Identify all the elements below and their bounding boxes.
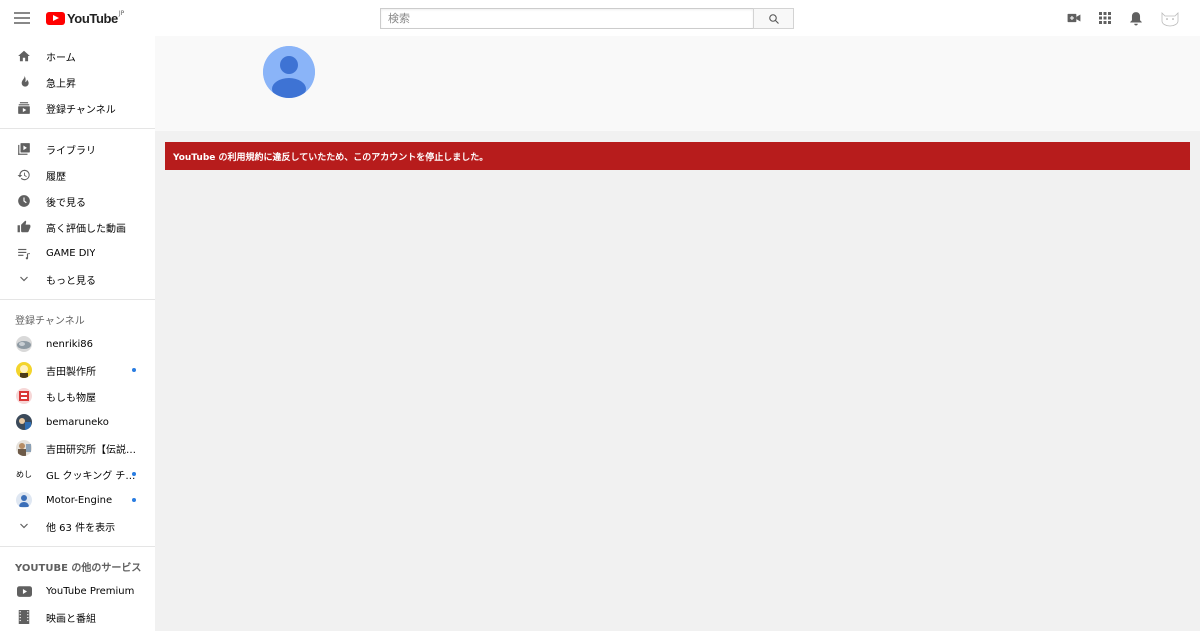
logo-region: JP xyxy=(118,10,125,17)
subscriptions-section: 登録チャンネル nenriki86 吉田製作所 もしも物屋 bemaruneko xyxy=(0,300,155,547)
chevron-down-icon xyxy=(16,271,32,287)
channel-avatar xyxy=(16,440,32,456)
home-icon xyxy=(16,48,32,64)
sidebar-item-label: 後で見る xyxy=(46,197,86,209)
trending-icon xyxy=(16,74,32,90)
sidebar-item-label: 急上昇 xyxy=(46,78,76,90)
chevron-down-icon xyxy=(16,518,32,534)
library-icon xyxy=(16,141,32,157)
cat-face-icon xyxy=(1161,12,1179,27)
account-avatar[interactable] xyxy=(1158,6,1182,30)
channel-label: bemaruneko xyxy=(46,416,109,428)
search-bar xyxy=(380,8,794,29)
channel-label: Motor-Engine xyxy=(46,494,113,506)
sidebar-item-show-more[interactable]: もっと見る xyxy=(0,266,155,292)
liked-icon xyxy=(16,219,32,235)
channel-label: 吉田研究所【伝説の… xyxy=(46,444,138,456)
sidebar-item-liked[interactable]: 高く評価した動画 xyxy=(0,214,155,240)
youtube-logo-icon xyxy=(46,11,65,25)
account-terminated-alert: YouTube の利用規約に違反していたため、このアカウントを停止しました。 xyxy=(165,142,1190,170)
header-actions xyxy=(1055,6,1182,30)
sidebar-item-label: 履歴 xyxy=(46,171,66,183)
masthead: YouTube JP xyxy=(0,0,1200,36)
channel-avatar xyxy=(16,414,32,430)
sidebar: ホーム 急上昇 登録チャンネル ライブラリ 履歴 後で見る 高く評価した動画 G… xyxy=(0,36,155,631)
new-content-dot xyxy=(132,472,136,476)
sidebar-item-library[interactable]: ライブラリ xyxy=(0,136,155,162)
channel-label: 吉田製作所 xyxy=(46,366,96,378)
nav-main-section: ホーム 急上昇 登録チャンネル xyxy=(0,36,155,129)
apps-icon[interactable] xyxy=(1093,6,1117,30)
history-icon xyxy=(16,167,32,183)
new-content-dot xyxy=(132,368,136,372)
playlist-icon xyxy=(16,245,32,261)
youtube-premium-icon xyxy=(16,583,32,599)
more-services-title: YOUTUBE の他のサービス xyxy=(15,563,142,574)
youtube-logo[interactable]: YouTube JP xyxy=(46,9,124,27)
channel-label: nenriki86 xyxy=(46,338,94,350)
sidebar-item-playlist[interactable]: GAME DIY xyxy=(0,240,155,266)
create-video-icon[interactable] xyxy=(1062,6,1086,30)
channel-item-gl-cooking[interactable]: めし GL クッキング チ… xyxy=(0,461,155,487)
channel-item-bemaruneko[interactable]: bemaruneko xyxy=(0,409,155,435)
sidebar-item-subscriptions[interactable]: 登録チャンネル xyxy=(0,95,155,121)
sidebar-item-label: YouTube Premium xyxy=(46,585,135,597)
channel-page: YouTube の利用規約に違反していたため、このアカウントを停止しました。 xyxy=(155,36,1200,631)
default-avatar-icon xyxy=(263,46,315,98)
alert-message: YouTube の利用規約に違反していたため、このアカウントを停止しました。 xyxy=(173,152,489,163)
new-content-dot xyxy=(132,498,136,502)
channel-avatar-large xyxy=(263,46,315,98)
channel-avatar xyxy=(16,362,32,378)
sidebar-item-movies[interactable]: 映画と番組 xyxy=(0,604,155,630)
show-more-label: 他 63 件を表示 xyxy=(46,522,116,534)
sidebar-item-label: GAME DIY xyxy=(46,247,96,259)
menu-icon[interactable] xyxy=(10,6,34,30)
show-more-channels[interactable]: 他 63 件を表示 xyxy=(0,513,155,539)
channel-avatar-text: めし xyxy=(16,469,32,479)
film-icon xyxy=(16,609,32,625)
channel-item-yoshida-seisakusho[interactable]: 吉田製作所 xyxy=(0,357,155,383)
channel-item-nenriki86[interactable]: nenriki86 xyxy=(0,331,155,357)
sidebar-item-youtube-premium[interactable]: YouTube Premium xyxy=(0,578,155,604)
sidebar-item-history[interactable]: 履歴 xyxy=(0,162,155,188)
subscriptions-title: 登録チャンネル xyxy=(15,316,85,327)
sidebar-item-trending[interactable]: 急上昇 xyxy=(0,69,155,95)
sidebar-item-watch-later[interactable]: 後で見る xyxy=(0,188,155,214)
channel-header xyxy=(155,36,1200,131)
sidebar-item-label: 高く評価した動画 xyxy=(46,223,126,235)
channel-item-moshimo-monoya[interactable]: もしも物屋 xyxy=(0,383,155,409)
logo-text: YouTube xyxy=(67,10,118,26)
channel-avatar xyxy=(16,388,32,404)
channel-label: GL クッキング チ… xyxy=(46,470,136,482)
notifications-icon[interactable] xyxy=(1124,6,1148,30)
watch-later-icon xyxy=(16,193,32,209)
sidebar-item-label: もっと見る xyxy=(46,275,96,287)
channel-item-motor-engine[interactable]: Motor-Engine xyxy=(0,487,155,513)
subscriptions-icon xyxy=(16,100,32,116)
sidebar-item-label: 登録チャンネル xyxy=(46,104,116,116)
search-button[interactable] xyxy=(753,8,794,29)
channel-item-yoshida-kenkyusho[interactable]: 吉田研究所【伝説の… xyxy=(0,435,155,461)
channel-label: もしも物屋 xyxy=(46,392,96,404)
sidebar-item-label: 映画と番組 xyxy=(46,613,96,625)
sidebar-item-label: ライブラリ xyxy=(46,145,96,157)
channel-avatar xyxy=(16,336,32,352)
sidebar-item-label: ホーム xyxy=(46,52,76,64)
nav-library-section: ライブラリ 履歴 後で見る 高く評価した動画 GAME DIY もっと見る xyxy=(0,129,155,300)
sidebar-item-home[interactable]: ホーム xyxy=(0,43,155,69)
search-input[interactable] xyxy=(380,8,753,29)
search-icon xyxy=(768,13,779,24)
channel-avatar xyxy=(16,492,32,508)
more-services-section: YOUTUBE の他のサービス YouTube Premium 映画と番組 xyxy=(0,547,155,631)
